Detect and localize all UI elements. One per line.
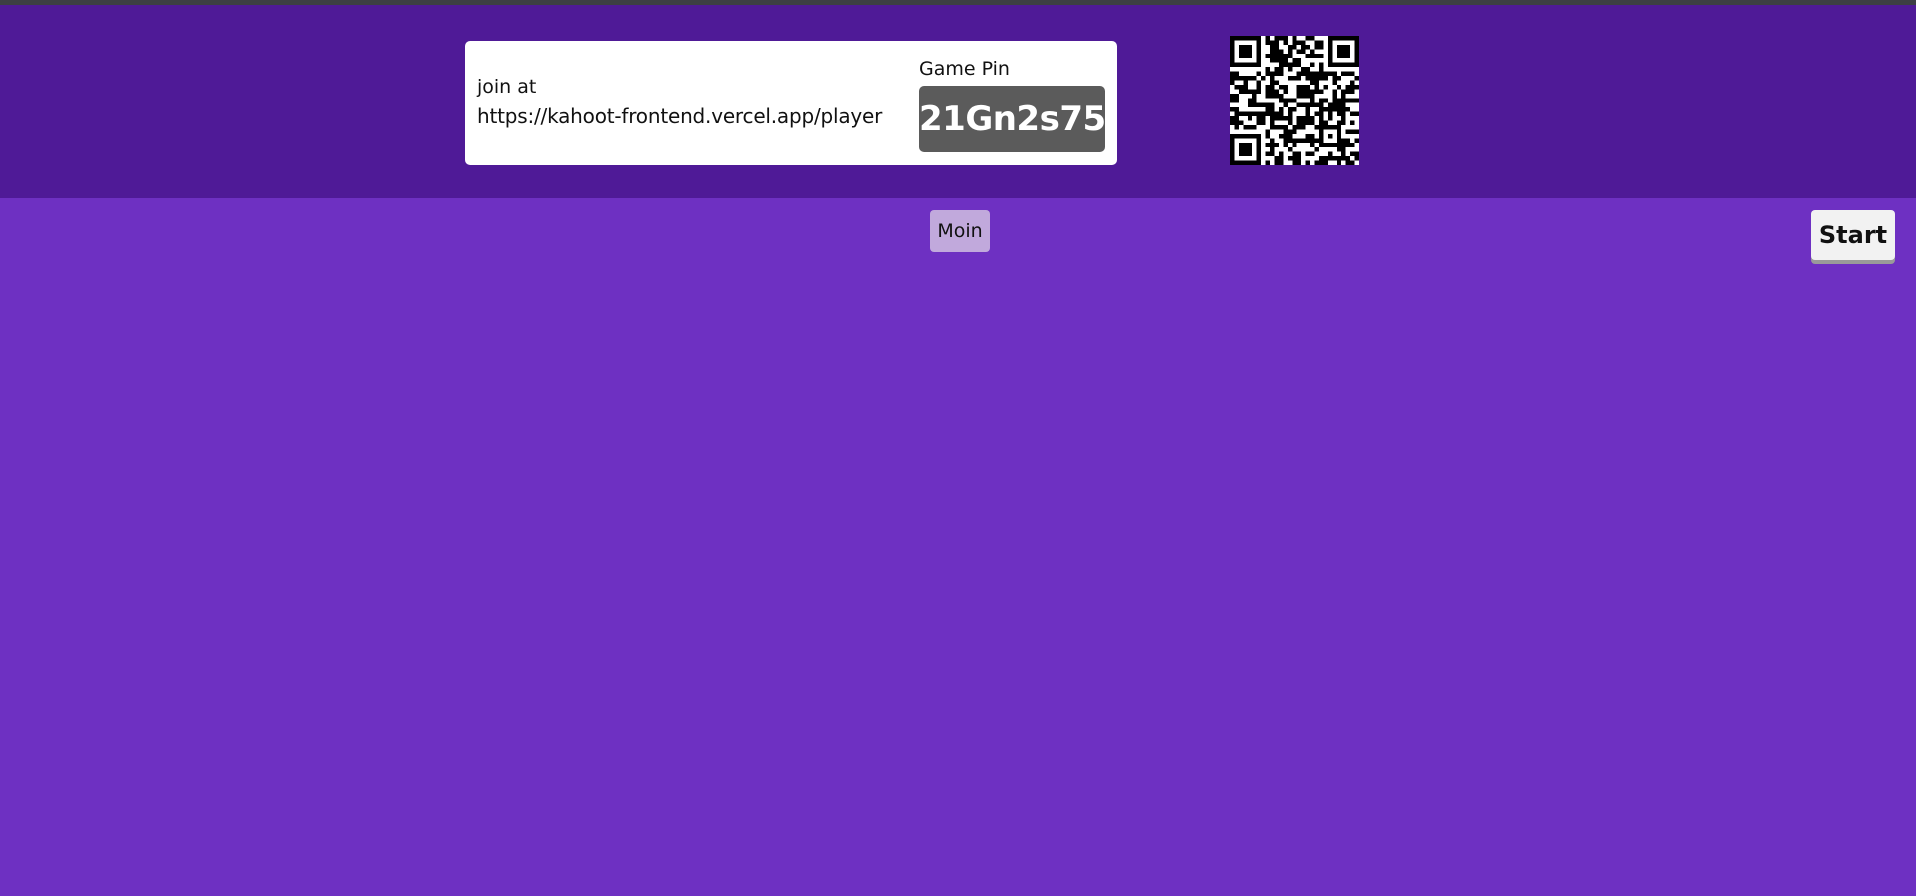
- join-info-card: join at https://kahoot-frontend.vercel.a…: [465, 41, 1117, 165]
- qr-code-icon: [1230, 36, 1359, 165]
- start-button[interactable]: Start: [1811, 210, 1895, 260]
- player-name-chip: Moin: [930, 210, 990, 252]
- lobby-header: join at https://kahoot-frontend.vercel.a…: [0, 5, 1916, 198]
- game-pin-value: 21Gn2s75: [919, 86, 1106, 152]
- game-pin-label: Game Pin: [919, 58, 1010, 80]
- join-url[interactable]: https://kahoot-frontend.vercel.app/playe…: [477, 103, 882, 129]
- join-label: join at: [477, 76, 537, 98]
- join-instructions: join at https://kahoot-frontend.vercel.a…: [477, 75, 882, 129]
